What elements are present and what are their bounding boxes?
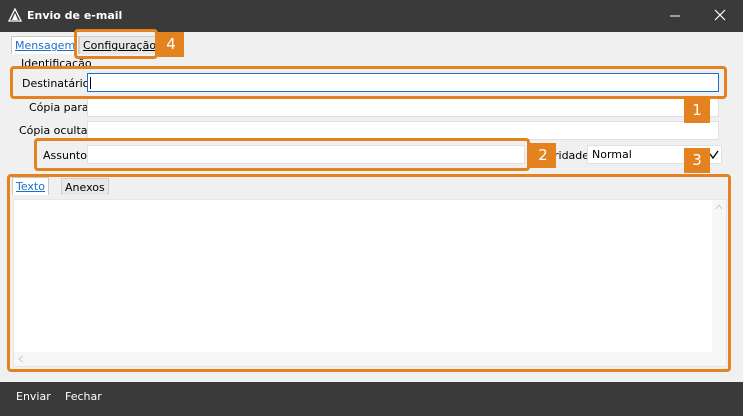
minimize-icon: [670, 15, 680, 17]
copia-para-label: Cópia para: [29, 101, 89, 114]
tab-mensagem[interactable]: Mensagem: [11, 36, 80, 54]
callout-badge-3: 3: [684, 148, 710, 173]
callout-badge-2: 2: [530, 143, 556, 168]
callout-box-1: [10, 66, 727, 99]
app-icon: [8, 8, 22, 22]
footer-bar: Enviar Fechar: [0, 382, 743, 416]
enviar-button[interactable]: Enviar: [16, 390, 51, 403]
prioridade-value: Normal: [592, 148, 632, 161]
callout-badge-1: 1: [684, 98, 710, 123]
fechar-button[interactable]: Fechar: [65, 390, 102, 403]
prioridade-label: ridade: [554, 149, 590, 162]
callout-box-2: [34, 138, 530, 171]
window-title: Envio de e-mail: [27, 9, 123, 22]
minimize-button[interactable]: [652, 0, 698, 32]
close-button[interactable]: [697, 0, 743, 32]
title-bar: Envio de e-mail: [0, 0, 743, 32]
copia-oculta-label: Cópia oculta: [19, 124, 88, 137]
callout-box-4: [74, 29, 158, 59]
copia-para-field[interactable]: [87, 98, 719, 117]
tab-mensagem-label: Mensagem: [15, 39, 76, 52]
callout-box-3: [7, 174, 731, 372]
callout-badge-4: 4: [158, 32, 184, 57]
close-icon: [714, 9, 726, 21]
check-icon: [709, 150, 719, 159]
